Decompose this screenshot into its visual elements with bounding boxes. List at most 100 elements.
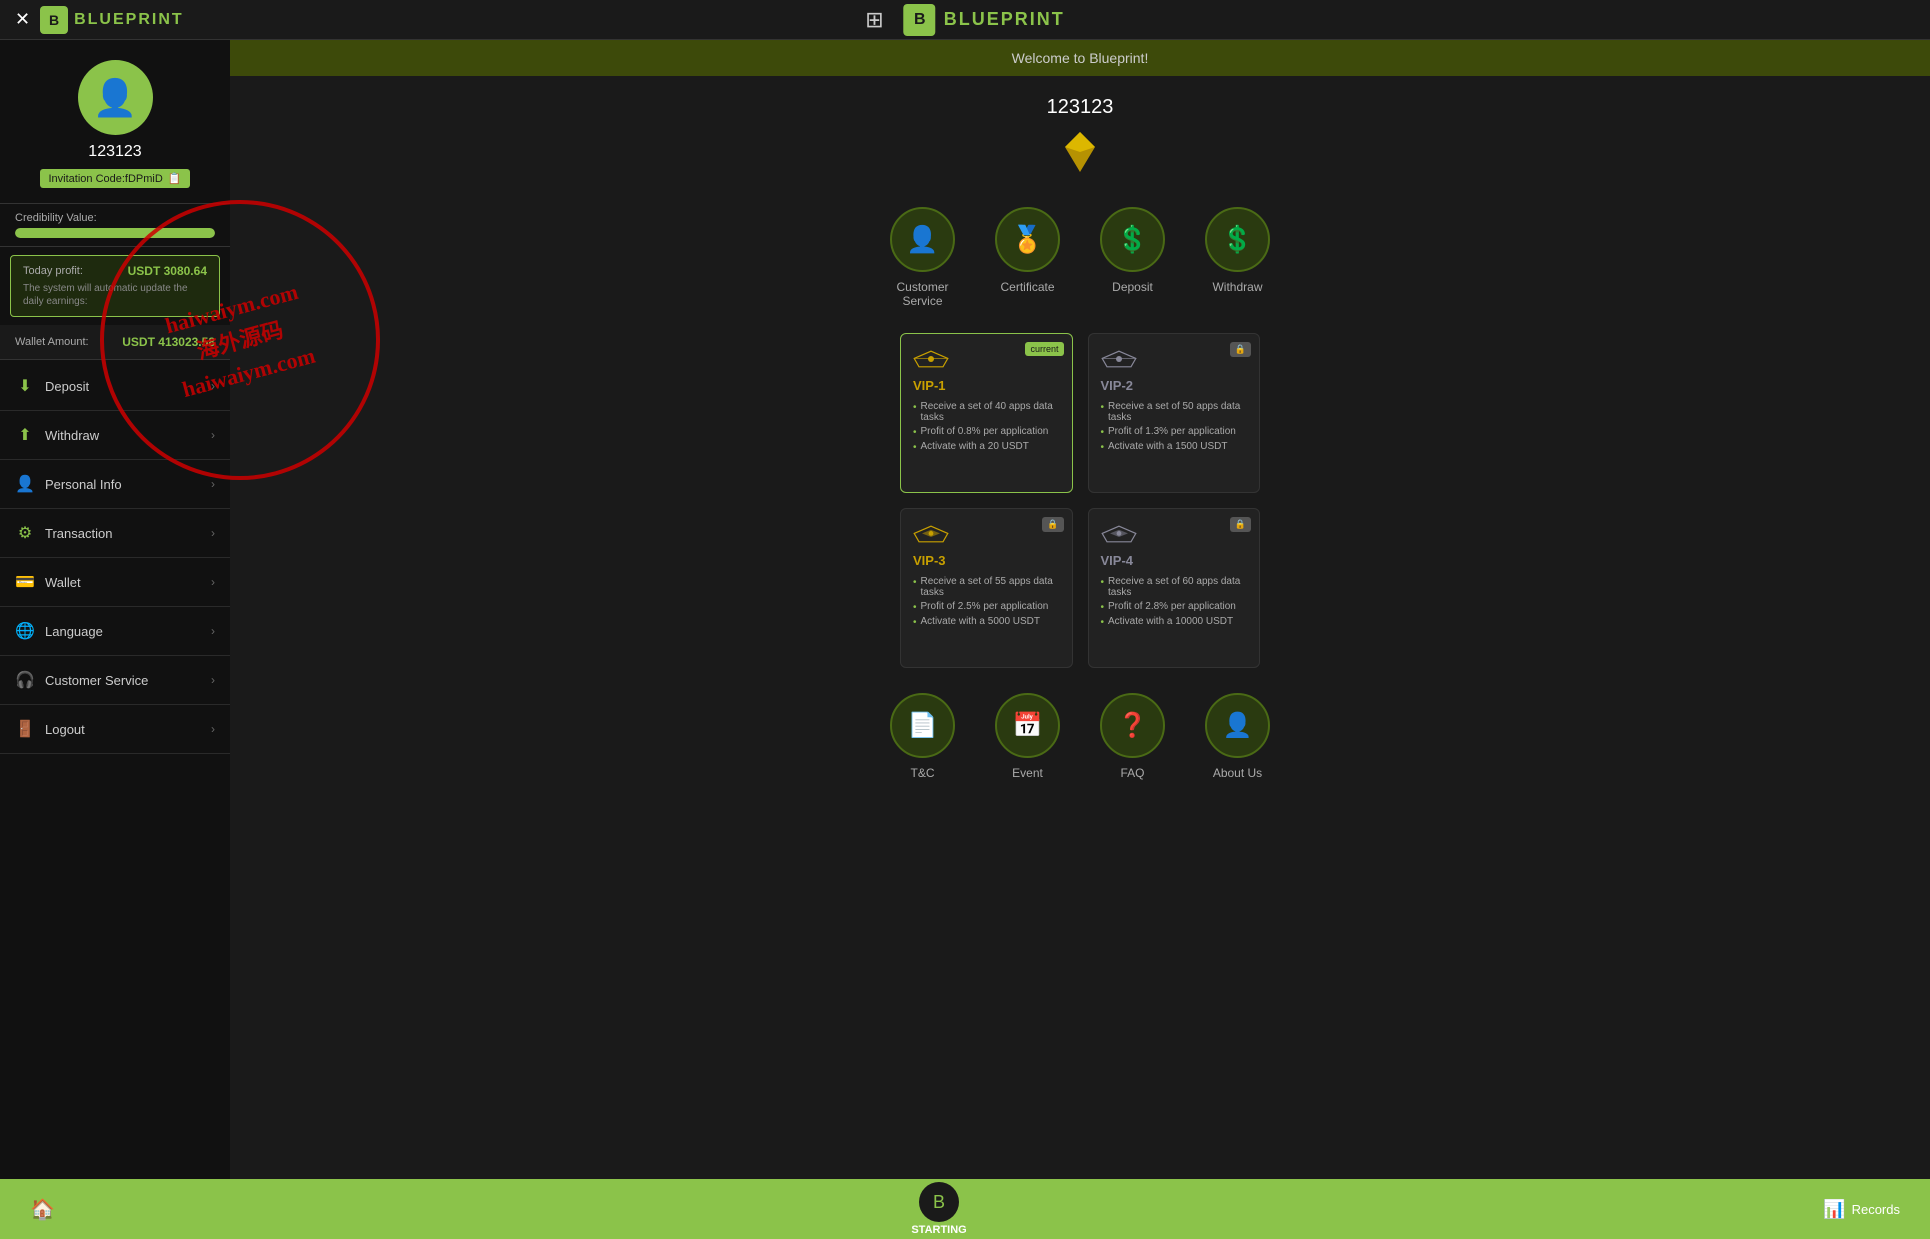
withdraw-icon: ⬆ xyxy=(15,425,35,445)
logo-icon-small: B xyxy=(40,6,68,34)
credibility-label: Credibility Value: xyxy=(15,212,215,224)
withdraw-arrow: › xyxy=(211,428,215,442)
vip-title-vip3: VIP-3 xyxy=(913,553,1060,568)
vip-dot: • xyxy=(913,577,917,588)
sidebar-item-customer-service[interactable]: 🎧 Customer Service › xyxy=(0,656,230,705)
top-bar: ✕ B BLUEPRINT ⊞ B BLUEPRINT xyxy=(0,0,1930,40)
records-button[interactable]: 📊 Records xyxy=(1823,1199,1900,1220)
wallet-label: Wallet Amount: xyxy=(15,336,89,348)
credibility-bar-fill xyxy=(15,228,215,238)
language-icon: 🌐 xyxy=(15,621,35,641)
starting-button[interactable]: B STARTING xyxy=(911,1182,966,1236)
vip-emblem-vip1 xyxy=(913,349,949,369)
deposit-arrow: › xyxy=(211,379,215,393)
sidebar-item-personal-info[interactable]: 👤 Personal Info › xyxy=(0,460,230,509)
profit-label: Today profit: xyxy=(23,265,83,277)
vip-title-vip4: VIP-4 xyxy=(1101,553,1248,568)
quick-action-deposit[interactable]: 💲 Deposit xyxy=(1100,207,1165,308)
vip-dot: • xyxy=(1101,602,1105,613)
wallet-arrow: › xyxy=(211,575,215,589)
avatar: 👤 xyxy=(78,60,153,135)
vip-dot: • xyxy=(913,602,917,613)
sidebar-item-language[interactable]: 🌐 Language › xyxy=(0,607,230,656)
language-arrow: › xyxy=(211,624,215,638)
sidebar-item-logout[interactable]: 🚪 Logout › xyxy=(0,705,230,754)
quick-action-customer-service[interactable]: 👤 CustomerService xyxy=(890,207,955,308)
logout-icon: 🚪 xyxy=(15,719,35,739)
grid-icon[interactable]: ⊞ xyxy=(865,7,883,33)
nav-items-container: ⬇ Deposit › ⬆ Withdraw › 👤 Personal Info… xyxy=(0,362,230,754)
profit-row: Today profit: USDT 3080.64 xyxy=(23,264,207,278)
quick-action-certificate[interactable]: 🏅 Certificate xyxy=(995,207,1060,308)
vip-dot: • xyxy=(913,617,917,628)
main-layout: 👤 123123 Invitation Code:fDPmiD 📋 Credib… xyxy=(0,40,1930,1179)
event-icon: 📅 xyxy=(995,693,1060,758)
vip-feature: • Receive a set of 50 apps data tasks xyxy=(1101,401,1248,423)
vip-feature: • Receive a set of 55 apps data tasks xyxy=(913,576,1060,598)
about-us-icon: 👤 xyxy=(1205,693,1270,758)
withdraw-label: Withdraw xyxy=(1212,280,1262,294)
sidebar-username: 123123 xyxy=(88,143,141,161)
quick-action-withdraw[interactable]: 💲 Withdraw xyxy=(1205,207,1270,308)
close-button[interactable]: ✕ xyxy=(15,9,30,30)
certificate-circle-icon: 🏅 xyxy=(995,207,1060,272)
logo-small: B BLUEPRINT xyxy=(40,6,184,34)
vip-dot: • xyxy=(913,427,917,438)
invitation-code-text: Invitation Code:fDPmiD xyxy=(48,173,162,185)
sidebar-item-deposit[interactable]: ⬇ Deposit › xyxy=(0,362,230,411)
nav-item-left: 🎧 Customer Service xyxy=(15,670,148,690)
tandc-icon: 📄 xyxy=(890,693,955,758)
vip-badge-vip3: 🔒 xyxy=(1042,517,1063,532)
invitation-code-box[interactable]: Invitation Code:fDPmiD 📋 xyxy=(40,169,189,188)
withdraw-label: Withdraw xyxy=(45,428,99,443)
vip-feature: • Activate with a 10000 USDT xyxy=(1101,616,1248,628)
transaction-icon: ⚙ xyxy=(15,523,35,543)
vip-feature: • Profit of 2.5% per application xyxy=(913,601,1060,613)
content-user-header: 123123 xyxy=(1047,96,1114,187)
home-button[interactable]: 🏠 xyxy=(30,1197,55,1222)
bottom-icon-faq[interactable]: ❓ FAQ xyxy=(1100,693,1165,780)
withdraw-circle-icon: 💲 xyxy=(1205,207,1270,272)
about-us-label: About Us xyxy=(1213,766,1262,780)
nav-item-left: 👤 Personal Info xyxy=(15,474,122,494)
vip-feature: • Activate with a 1500 USDT xyxy=(1101,441,1248,453)
nav-item-left: ⬇ Deposit xyxy=(15,376,89,396)
vip-dot: • xyxy=(913,442,917,453)
sidebar-item-transaction[interactable]: ⚙ Transaction › xyxy=(0,509,230,558)
sidebar-item-wallet[interactable]: 💳 Wallet › xyxy=(0,558,230,607)
deposit-label: Deposit xyxy=(45,379,89,394)
profit-note: The system will automatic update the dai… xyxy=(23,282,207,308)
vip-badge-vip1: current xyxy=(1025,342,1063,356)
vip-dot: • xyxy=(1101,427,1105,438)
vip-title-vip2: VIP-2 xyxy=(1101,378,1248,393)
quick-actions: 👤 CustomerService 🏅 Certificate 💲 Deposi… xyxy=(890,207,1270,308)
copy-icon[interactable]: 📋 xyxy=(168,172,182,185)
vip-dot: • xyxy=(1101,402,1105,413)
personal-info-arrow: › xyxy=(211,477,215,491)
bottom-icon-event[interactable]: 📅 Event xyxy=(995,693,1060,780)
logout-arrow: › xyxy=(211,722,215,736)
deposit-icon: ⬇ xyxy=(15,376,35,396)
vip-emblem-vip4 xyxy=(1101,524,1137,544)
diamond-icon xyxy=(1055,127,1105,177)
bottom-icon-tandc[interactable]: 📄 T&C xyxy=(890,693,955,780)
customer-service-circle-icon: 👤 xyxy=(890,207,955,272)
content-username: 123123 xyxy=(1047,96,1114,119)
top-bar-left: ✕ B BLUEPRINT xyxy=(15,6,184,34)
deposit-label: Deposit xyxy=(1112,280,1153,294)
wallet-row: Wallet Amount: USDT 413023.58 xyxy=(0,325,230,360)
sidebar-item-withdraw[interactable]: ⬆ Withdraw › xyxy=(0,411,230,460)
bottom-icon-about-us[interactable]: 👤 About Us xyxy=(1205,693,1270,780)
vip-card-vip2[interactable]: 🔒 VIP-2 • Receive a set of 50 apps data … xyxy=(1088,333,1261,493)
wallet-value: USDT 413023.58 xyxy=(122,335,215,349)
vip-title-vip1: VIP-1 xyxy=(913,378,1060,393)
deposit-circle-icon: 💲 xyxy=(1100,207,1165,272)
vip-card-vip1[interactable]: current VIP-1 • Receive a set of 40 apps… xyxy=(900,333,1073,493)
vip-feature: • Profit of 0.8% per application xyxy=(913,426,1060,438)
footer-bar: 🏠 B STARTING 📊 Records xyxy=(0,1179,1930,1239)
customer-service-label: CustomerService xyxy=(896,280,948,308)
nav-item-left: ⚙ Transaction xyxy=(15,523,112,543)
nav-item-left: 🚪 Logout xyxy=(15,719,85,739)
vip-card-vip4[interactable]: 🔒 VIP-4 • Receive a set of 60 apps data … xyxy=(1088,508,1261,668)
vip-card-vip3[interactable]: 🔒 VIP-3 • Receive a set of 55 apps data … xyxy=(900,508,1073,668)
